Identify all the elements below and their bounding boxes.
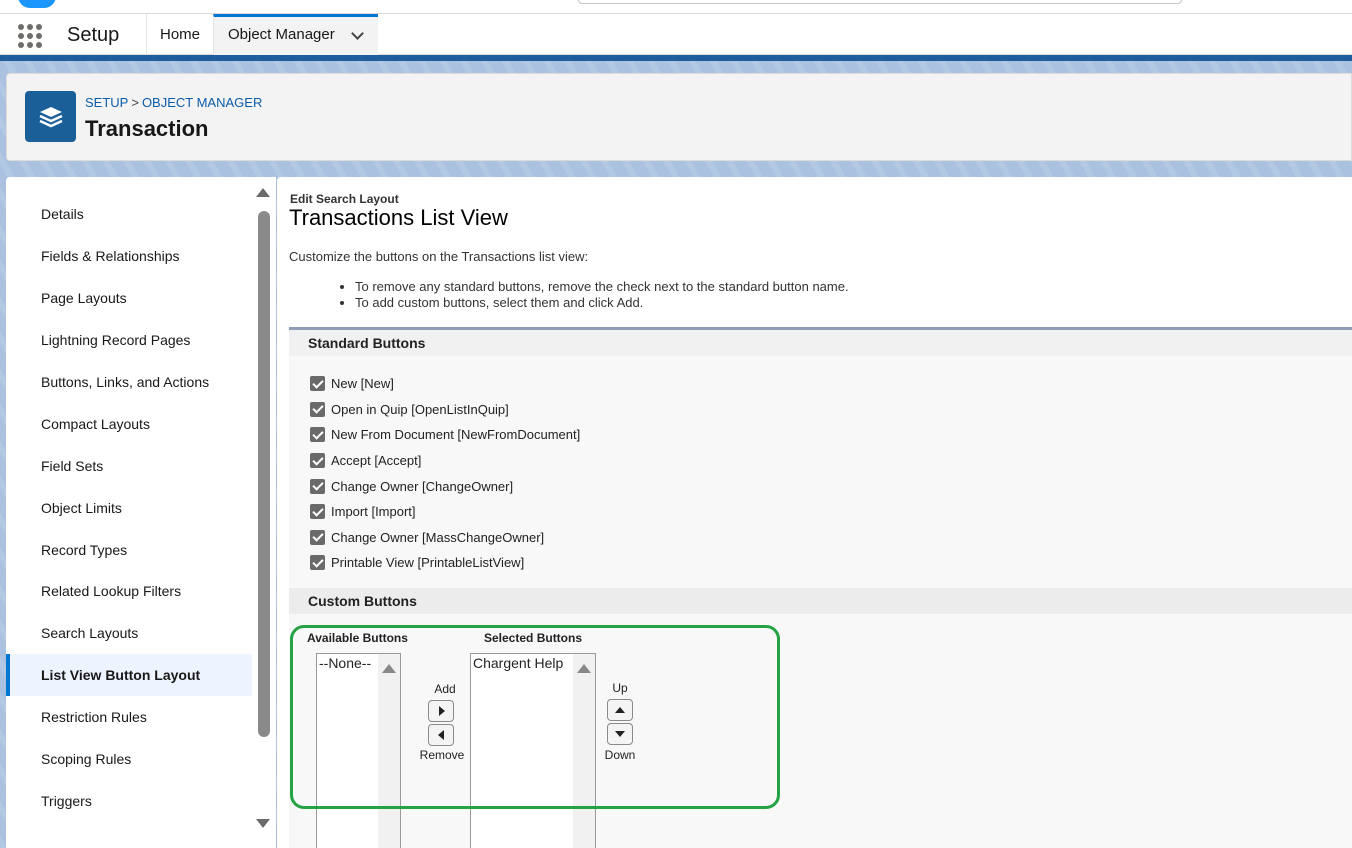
sidebar-item-scoping-rules[interactable]: Scoping Rules: [6, 738, 252, 780]
breadcrumb-object-manager[interactable]: OBJECT MANAGER: [142, 95, 262, 110]
checkbox-printable-view[interactable]: [310, 555, 325, 571]
layers-icon: [25, 91, 76, 142]
app-nav-bar: Setup Home Object Manager: [0, 14, 1352, 55]
standard-buttons-list: New [New] Open in Quip [OpenListInQuip] …: [310, 371, 580, 576]
arrow-left-icon: [438, 730, 444, 740]
sidebar-item-restriction-rules[interactable]: Restriction Rules: [6, 696, 252, 738]
selected-buttons-label: Selected Buttons: [484, 631, 583, 645]
up-label: Up: [612, 681, 628, 695]
chevron-down-icon[interactable]: [351, 27, 364, 40]
remove-label: Remove: [419, 748, 465, 762]
checkbox-open-in-quip[interactable]: [310, 401, 325, 417]
standard-button-label: Open in Quip [OpenListInQuip]: [331, 401, 509, 417]
main-content: Edit Search Layout Transactions List Vie…: [277, 177, 1352, 848]
standard-button-label: New From Document [NewFromDocument]: [331, 427, 581, 443]
instruction-item: To remove any standard buttons, remove t…: [355, 279, 849, 295]
standard-button-row: New From Document [NewFromDocument]: [310, 422, 580, 448]
object-page-header: SETUP > OBJECT MANAGER Transaction: [6, 73, 1352, 161]
global-search-input[interactable]: [578, 0, 1182, 4]
sidebar-item-buttons-links-actions[interactable]: Buttons, Links, and Actions: [6, 361, 252, 403]
sidebar-item-fields-relationships[interactable]: Fields & Relationships: [6, 235, 252, 277]
salesforce-logo[interactable]: [18, 0, 56, 8]
add-button[interactable]: [428, 700, 454, 722]
standard-button-label: Printable View [PrintableListView]: [331, 555, 525, 571]
selected-listbox-scrollbar[interactable]: [573, 654, 595, 848]
arrow-up-icon: [615, 707, 625, 713]
scroll-up-arrow-icon[interactable]: [577, 664, 591, 673]
checkbox-new[interactable]: [310, 376, 325, 392]
standard-buttons-heading: Standard Buttons: [289, 330, 1352, 356]
checkbox-new-from-document[interactable]: [310, 427, 325, 443]
standard-button-label: Change Owner [MassChangeOwner]: [331, 529, 545, 545]
app-name: Setup: [67, 24, 120, 46]
sidebar-item-list-view-button-layout[interactable]: List View Button Layout: [6, 654, 252, 696]
sidebar-item-compact-layouts[interactable]: Compact Layouts: [6, 403, 252, 445]
breadcrumb: SETUP > OBJECT MANAGER: [85, 95, 262, 110]
checkbox-mass-change-owner[interactable]: [310, 529, 325, 545]
standard-button-row: New [New]: [310, 371, 580, 397]
standard-button-row: Import [Import]: [310, 499, 580, 525]
app-launcher-icon[interactable]: [18, 24, 42, 48]
arrow-down-icon: [615, 731, 625, 737]
custom-buttons-heading: Custom Buttons: [289, 588, 1352, 614]
checkbox-accept[interactable]: [310, 453, 325, 469]
global-header: [0, 0, 1352, 14]
standard-button-label: Accept [Accept]: [331, 453, 422, 469]
tab-home[interactable]: Home: [146, 14, 213, 55]
page-title: Transaction: [85, 116, 209, 141]
scroll-up-arrow-icon[interactable]: [382, 664, 396, 673]
sidebar-item-page-layouts[interactable]: Page Layouts: [6, 277, 252, 319]
available-listbox-scrollbar[interactable]: [378, 654, 400, 848]
breadcrumb-separator: >: [131, 95, 139, 110]
scroll-up-arrow-icon[interactable]: [256, 188, 270, 197]
move-up-button[interactable]: [607, 699, 633, 721]
sidebar-item-object-limits[interactable]: Object Limits: [6, 487, 252, 529]
standard-button-label: Change Owner [ChangeOwner]: [331, 478, 514, 494]
arrow-right-icon: [439, 706, 445, 716]
add-label: Add: [434, 682, 456, 696]
tab-object-manager[interactable]: Object Manager: [213, 14, 378, 55]
sidebar-item-lightning-record-pages[interactable]: Lightning Record Pages: [6, 319, 252, 361]
standard-button-row: Change Owner [MassChangeOwner]: [310, 525, 580, 551]
sidebar-scrollbar-thumb[interactable]: [258, 211, 270, 737]
object-sidebar: Details Fields & Relationships Page Layo…: [6, 177, 276, 848]
page-eyebrow: Edit Search Layout: [290, 192, 399, 206]
intro-text: Customize the buttons on the Transaction…: [289, 249, 589, 264]
standard-buttons-section: Standard Buttons New [New] Open in Quip …: [289, 327, 1352, 591]
custom-buttons-section: Custom Buttons Available Buttons Selecte…: [289, 588, 1352, 848]
instructions-list: To remove any standard buttons, remove t…: [355, 279, 849, 311]
selected-buttons-listbox[interactable]: Chargent Help: [470, 653, 596, 848]
scroll-down-arrow-icon[interactable]: [256, 819, 270, 828]
sidebar-item-related-lookup-filters[interactable]: Related Lookup Filters: [6, 570, 252, 612]
list-view-title: Transactions List View: [289, 205, 508, 230]
checkbox-change-owner[interactable]: [310, 478, 325, 494]
standard-button-row: Accept [Accept]: [310, 448, 580, 474]
down-label: Down: [604, 748, 636, 762]
checkbox-import[interactable]: [310, 504, 325, 520]
standard-button-row: Change Owner [ChangeOwner]: [310, 473, 580, 499]
tab-object-manager-label: Object Manager: [228, 26, 335, 43]
standard-button-label: Import [Import]: [331, 504, 416, 520]
sidebar-item-field-sets[interactable]: Field Sets: [6, 445, 252, 487]
instruction-item: To add custom buttons, select them and c…: [355, 295, 849, 311]
move-down-button[interactable]: [607, 723, 633, 745]
remove-button[interactable]: [428, 724, 454, 746]
standard-button-row: Printable View [PrintableListView]: [310, 550, 580, 576]
standard-button-label: New [New]: [331, 376, 394, 392]
available-buttons-label: Available Buttons: [307, 631, 408, 645]
standard-button-row: Open in Quip [OpenListInQuip]: [310, 397, 580, 423]
sidebar-item-record-types[interactable]: Record Types: [6, 529, 252, 571]
sidebar-item-details[interactable]: Details: [6, 193, 252, 235]
sidebar-item-triggers[interactable]: Triggers: [6, 780, 252, 822]
sidebar-item-search-layouts[interactable]: Search Layouts: [6, 612, 252, 654]
breadcrumb-setup[interactable]: SETUP: [85, 95, 128, 110]
available-buttons-listbox[interactable]: --None--: [316, 653, 401, 848]
